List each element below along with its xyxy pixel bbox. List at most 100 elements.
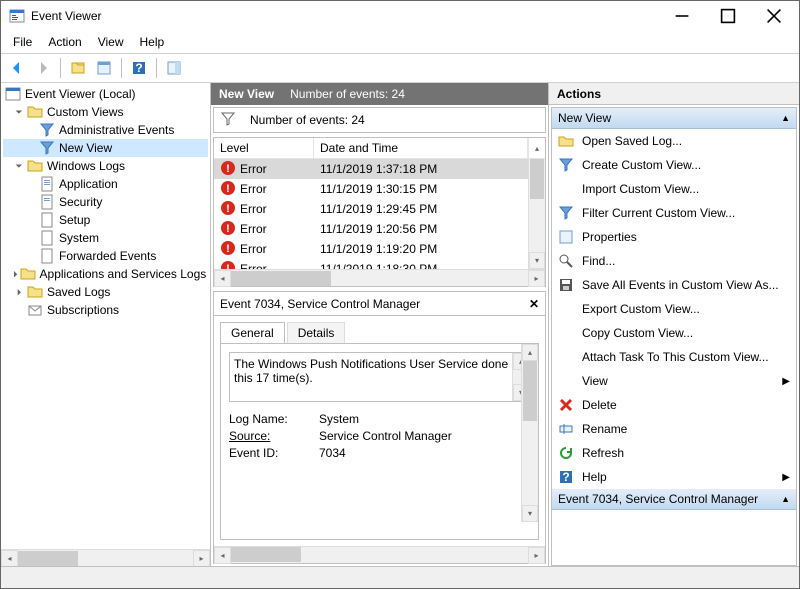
event-grid: Level Date and Time ▴ !Error11/1/2019 1:… bbox=[213, 137, 546, 287]
filter-icon bbox=[39, 140, 55, 156]
table-row[interactable]: !Error11/1/2019 1:18:30 PM bbox=[214, 259, 528, 269]
scroll-down-icon[interactable]: ▾ bbox=[529, 252, 545, 269]
help-button[interactable]: ? bbox=[127, 56, 151, 80]
action-open-saved[interactable]: Open Saved Log... bbox=[552, 129, 796, 153]
back-button[interactable] bbox=[5, 56, 29, 80]
menu-help[interactable]: Help bbox=[132, 33, 173, 51]
scroll-left-icon[interactable]: ◂ bbox=[214, 547, 231, 564]
tree-subscriptions[interactable]: Subscriptions bbox=[3, 301, 208, 319]
menu-file[interactable]: File bbox=[5, 33, 40, 51]
tree-security[interactable]: Security bbox=[3, 193, 208, 211]
action-view[interactable]: View▶ bbox=[552, 369, 796, 393]
window-title: Event Viewer bbox=[31, 9, 659, 23]
expand-icon[interactable]: ⏵ bbox=[13, 268, 18, 280]
scroll-left-icon[interactable]: ◂ bbox=[214, 270, 231, 287]
v-eventid: 7034 bbox=[319, 446, 346, 460]
action-import-custom[interactable]: Import Custom View... bbox=[552, 177, 796, 201]
forward-button[interactable] bbox=[31, 56, 55, 80]
cell-level: Error bbox=[240, 182, 267, 196]
scroll-left-icon[interactable]: ◂ bbox=[1, 550, 18, 567]
action-delete[interactable]: Delete bbox=[552, 393, 796, 417]
tree-forwarded[interactable]: Forwarded Events bbox=[3, 247, 208, 265]
v-source: Service Control Manager bbox=[319, 429, 452, 443]
scroll-thumb[interactable] bbox=[231, 271, 331, 286]
tree-saved-logs[interactable]: ⏵ Saved Logs bbox=[3, 283, 208, 301]
delete-icon bbox=[558, 397, 574, 413]
grid-body[interactable]: !Error11/1/2019 1:37:18 PM!Error11/1/201… bbox=[214, 159, 545, 269]
scroll-thumb[interactable] bbox=[231, 547, 301, 562]
scroll-thumb[interactable] bbox=[530, 159, 544, 199]
action-rename[interactable]: Rename bbox=[552, 417, 796, 441]
svg-text:!: ! bbox=[226, 243, 230, 255]
cell-datetime: 11/1/2019 1:20:56 PM bbox=[320, 222, 437, 236]
blank-icon bbox=[558, 373, 574, 389]
action-copy-custom[interactable]: Copy Custom View... bbox=[552, 321, 796, 345]
cell-level: Error bbox=[240, 262, 267, 269]
scroll-right-icon[interactable]: ▸ bbox=[193, 550, 210, 567]
detail-hscrollbar[interactable]: ◂ ▸ bbox=[214, 546, 545, 563]
collapse-icon[interactable]: ⏷ bbox=[13, 160, 25, 172]
detail-vscrollbar[interactable]: ▴▾ bbox=[521, 344, 538, 522]
close-icon[interactable]: ✕ bbox=[529, 297, 539, 311]
blank-icon bbox=[558, 349, 574, 365]
panel-button[interactable] bbox=[162, 56, 186, 80]
menu-action[interactable]: Action bbox=[40, 33, 89, 51]
tree-windows-logs[interactable]: ⏷ Windows Logs bbox=[3, 157, 208, 175]
tree-label: Forwarded Events bbox=[57, 249, 158, 263]
minimize-button[interactable] bbox=[659, 1, 705, 31]
action-filter-current[interactable]: Filter Current Custom View... bbox=[552, 201, 796, 225]
tree-admin-events[interactable]: Administrative Events bbox=[3, 121, 208, 139]
tab-general[interactable]: General bbox=[220, 322, 285, 343]
action-help[interactable]: ?Help▶ bbox=[552, 465, 796, 489]
chevron-right-icon: ▶ bbox=[782, 376, 790, 387]
save-icon bbox=[558, 277, 574, 293]
grid-vscrollbar[interactable]: ▾ bbox=[528, 159, 545, 269]
filter-icon bbox=[220, 111, 236, 130]
tree-system[interactable]: System bbox=[3, 229, 208, 247]
action-refresh[interactable]: Refresh bbox=[552, 441, 796, 465]
detail-tabs: General Details bbox=[214, 316, 545, 343]
tree-new-view[interactable]: New View bbox=[3, 139, 208, 157]
tree-setup[interactable]: Setup bbox=[3, 211, 208, 229]
col-datetime[interactable]: Date and Time bbox=[314, 138, 528, 158]
folder-icon bbox=[27, 284, 43, 300]
col-level[interactable]: Level bbox=[214, 138, 314, 158]
action-properties[interactable]: Properties bbox=[552, 225, 796, 249]
tree-hscrollbar[interactable]: ◂ ▸ bbox=[1, 549, 210, 566]
nav-tree: Event Viewer (Local) ⏷ Custom Views Admi… bbox=[1, 83, 211, 566]
tree-custom-views[interactable]: ⏷ Custom Views bbox=[3, 103, 208, 121]
filter-bar: Number of events: 24 bbox=[213, 107, 546, 133]
action-save-all[interactable]: Save All Events in Custom View As... bbox=[552, 273, 796, 297]
tree-root[interactable]: Event Viewer (Local) bbox=[3, 85, 208, 103]
properties-button[interactable] bbox=[92, 56, 116, 80]
scroll-thumb[interactable] bbox=[18, 551, 78, 566]
expand-icon[interactable]: ⏵ bbox=[13, 286, 25, 298]
center-pane: New View Number of events: 24 Number of … bbox=[211, 83, 549, 566]
menu-view[interactable]: View bbox=[90, 33, 132, 51]
action-create-custom[interactable]: Create Custom View... bbox=[552, 153, 796, 177]
tree-apps-services[interactable]: ⏵ Applications and Services Logs bbox=[3, 265, 208, 283]
app-icon bbox=[9, 8, 25, 24]
scroll-right-icon[interactable]: ▸ bbox=[528, 547, 545, 564]
action-attach-task[interactable]: Attach Task To This Custom View... bbox=[552, 345, 796, 369]
chevron-right-icon: ▶ bbox=[782, 472, 790, 483]
show-tree-button[interactable] bbox=[66, 56, 90, 80]
actions-pane: Actions New View▲ Open Saved Log... Crea… bbox=[549, 83, 799, 566]
scroll-right-icon[interactable]: ▸ bbox=[528, 270, 545, 287]
help-icon: ? bbox=[558, 469, 574, 485]
action-export-custom[interactable]: Export Custom View... bbox=[552, 297, 796, 321]
collapse-icon[interactable]: ⏷ bbox=[13, 106, 25, 118]
tree-label: Applications and Services Logs bbox=[38, 267, 209, 281]
grid-hscrollbar[interactable]: ◂ ▸ bbox=[214, 269, 545, 286]
maximize-button[interactable] bbox=[705, 1, 751, 31]
tree-application[interactable]: Application bbox=[3, 175, 208, 193]
detail-message: The Windows Push Notifications User Serv… bbox=[229, 352, 530, 402]
action-find[interactable]: Find... bbox=[552, 249, 796, 273]
log-icon bbox=[39, 212, 55, 228]
actions-group-header-2[interactable]: Event 7034, Service Control Manager▲ bbox=[552, 489, 796, 510]
tree-body[interactable]: Event Viewer (Local) ⏷ Custom Views Admi… bbox=[1, 83, 210, 549]
actions-group-header[interactable]: New View▲ bbox=[552, 108, 796, 129]
scroll-up[interactable]: ▴ bbox=[528, 138, 545, 158]
close-button[interactable] bbox=[751, 1, 797, 31]
tab-details[interactable]: Details bbox=[287, 322, 346, 343]
